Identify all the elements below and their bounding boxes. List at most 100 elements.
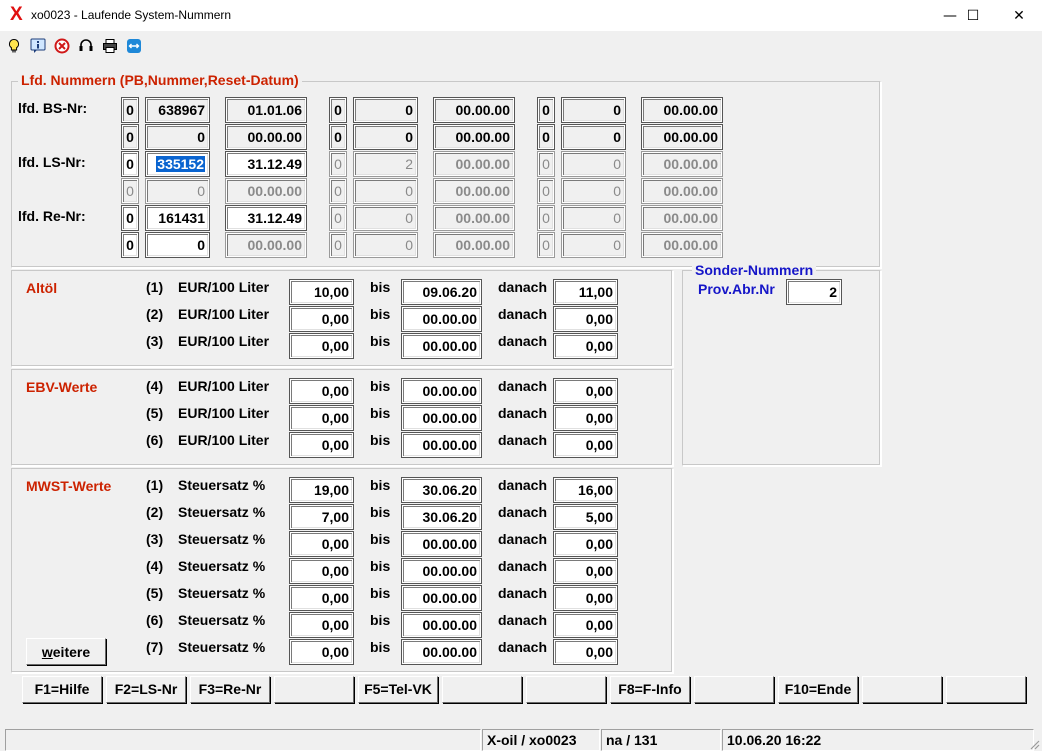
ebv-row-number: (5) <box>146 405 164 421</box>
fkey-button-1[interactable]: F1=Hilfe <box>22 676 102 703</box>
ebv-date-input[interactable]: 00.00.00 <box>401 432 482 458</box>
mwst-row-label: Steuersatz % <box>178 504 266 520</box>
lfd-field-value: 0 <box>613 156 621 172</box>
fkey-button-9[interactable] <box>694 676 774 703</box>
fkey-button-2[interactable]: F2=LS-Nr <box>106 676 186 703</box>
lfd-field-value: 0 <box>334 183 342 199</box>
mwst-row-number: (3) <box>146 531 164 547</box>
ebv-after-input[interactable]: 0,00 <box>553 378 618 404</box>
lfd-field-r3-c1[interactable]: 0 <box>121 151 139 177</box>
altoel-value-input[interactable]: 0,00 <box>289 306 354 332</box>
altoel-after-input[interactable]: 11,00 <box>553 279 618 305</box>
fkey-button-8[interactable]: F8=F-Info <box>610 676 690 703</box>
lfd-field-r2-c9: 00.00.00 <box>641 124 723 150</box>
ebv-date-input[interactable]: 00.00.00 <box>401 378 482 404</box>
headset-icon[interactable] <box>78 38 94 54</box>
lfd-field-r5-c2[interactable]: 161431 <box>145 205 210 231</box>
altoel-date-input[interactable]: 09.06.20 <box>401 279 482 305</box>
lfd-field-value: 0 <box>613 129 621 145</box>
lfd-field-r4-c4: 0 <box>329 178 347 204</box>
fkey-button-3[interactable]: F3=Re-Nr <box>190 676 270 703</box>
lfd-field-r5-c3[interactable]: 31.12.49 <box>225 205 307 231</box>
altoel-value-input[interactable]: 0,00 <box>289 333 354 359</box>
mwst-value-input[interactable]: 0,00 <box>289 558 354 584</box>
lfd-field-r6-c2[interactable]: 0 <box>145 232 210 258</box>
cancel-icon[interactable] <box>54 38 70 54</box>
mwst-date-input[interactable]: 30.06.20 <box>401 504 482 530</box>
lfd-field-value: 00.00.00 <box>663 183 719 199</box>
weitere-button-label: eitere <box>52 644 91 660</box>
altoel-value-input[interactable]: 10,00 <box>289 279 354 305</box>
altoel-after-input[interactable]: 0,00 <box>553 306 618 332</box>
close-button[interactable]: ✕ <box>996 0 1042 31</box>
ebv-after-input[interactable]: 0,00 <box>553 432 618 458</box>
weitere-button[interactable]: weitere <box>26 638 106 665</box>
lfd-field-value: 0 <box>542 210 550 226</box>
ebv-row-label: EUR/100 Liter <box>178 378 270 394</box>
ebv-value-input[interactable]: 0,00 <box>289 405 354 431</box>
mwst-value-input[interactable]: 7,00 <box>289 504 354 530</box>
lfd-field-r5-c1[interactable]: 0 <box>121 205 139 231</box>
lfd-field-value: 00.00.00 <box>455 102 511 118</box>
lfd-field-r6-c8: 0 <box>561 232 626 258</box>
mwst-danach-label: danach <box>498 585 548 601</box>
ebv-danach-label: danach <box>498 378 548 394</box>
lfd-field-r1-c7: 0 <box>537 97 555 123</box>
mwst-after-input[interactable]: 0,00 <box>553 639 618 665</box>
ebv-date-input[interactable]: 00.00.00 <box>401 405 482 431</box>
mwst-date-input[interactable]: 00.00.00 <box>401 531 482 557</box>
mwst-after-input[interactable]: 0,00 <box>553 531 618 557</box>
mwst-after-input[interactable]: 0,00 <box>553 612 618 638</box>
mwst-after-input[interactable]: 5,00 <box>553 504 618 530</box>
lfd-field-value: 00.00.00 <box>247 183 303 199</box>
mwst-date-input[interactable]: 00.00.00 <box>401 558 482 584</box>
lfd-field-r3-c3[interactable]: 31.12.49 <box>225 151 307 177</box>
lfd-field-r1-c4: 0 <box>329 97 347 123</box>
lfd-field-r3-c2[interactable]: 335152 <box>145 151 210 177</box>
fkey-button-4[interactable] <box>274 676 354 703</box>
lfd-field-r5-c9: 00.00.00 <box>641 205 723 231</box>
altoel-date-input[interactable]: 00.00.00 <box>401 333 482 359</box>
mwst-row-label: Steuersatz % <box>178 531 266 547</box>
altoel-date-input[interactable]: 00.00.00 <box>401 306 482 332</box>
info-icon[interactable] <box>30 38 46 54</box>
mwst-date-input[interactable]: 00.00.00 <box>401 612 482 638</box>
lfd-field-value: 0 <box>542 102 550 118</box>
lfd-field-r1-c5: 0 <box>353 97 418 123</box>
mwst-after-input[interactable]: 0,00 <box>553 558 618 584</box>
printer-icon[interactable] <box>102 38 118 54</box>
mwst-value-input[interactable]: 19,00 <box>289 477 354 503</box>
lfd-field-r3-c9: 00.00.00 <box>641 151 723 177</box>
prov-abr-nr-input[interactable]: 2 <box>786 279 842 305</box>
mwst-value-input[interactable]: 0,00 <box>289 639 354 665</box>
fkey-button-7[interactable] <box>526 676 606 703</box>
mwst-date-input[interactable]: 00.00.00 <box>401 639 482 665</box>
mwst-after-input[interactable]: 16,00 <box>553 477 618 503</box>
altoel-after-input[interactable]: 0,00 <box>553 333 618 359</box>
mwst-date-input[interactable]: 00.00.00 <box>401 585 482 611</box>
lightbulb-icon[interactable] <box>6 38 22 54</box>
mwst-value-input[interactable]: 0,00 <box>289 531 354 557</box>
mwst-date-input[interactable]: 30.06.20 <box>401 477 482 503</box>
lfd-field-r6-c1[interactable]: 0 <box>121 232 139 258</box>
ebv-row-label: EUR/100 Liter <box>178 432 270 448</box>
fkey-button-5[interactable]: F5=Tel-VK <box>358 676 438 703</box>
lfd-field-value: 0 <box>197 237 205 253</box>
lfd-field-r1-c1: 0 <box>121 97 139 123</box>
ebv-value-input[interactable]: 0,00 <box>289 432 354 458</box>
ebv-value-input[interactable]: 0,00 <box>289 378 354 404</box>
remote-icon[interactable] <box>126 38 142 54</box>
fkey-button-6[interactable] <box>442 676 522 703</box>
mwst-value-input[interactable]: 0,00 <box>289 585 354 611</box>
maximize-button[interactable]: ☐ <box>950 0 996 31</box>
mwst-after-input[interactable]: 0,00 <box>553 585 618 611</box>
fkey-button-11[interactable] <box>862 676 942 703</box>
ebv-after-input[interactable]: 0,00 <box>553 405 618 431</box>
status-system: X-oil / xo0023 <box>482 729 600 751</box>
fkey-button-12[interactable] <box>946 676 1026 703</box>
resize-grip-icon[interactable] <box>1028 738 1040 750</box>
lfd-field-r5-c7: 0 <box>537 205 555 231</box>
mwst-value-input[interactable]: 0,00 <box>289 612 354 638</box>
lfd-field-value: 0 <box>613 210 621 226</box>
fkey-button-10[interactable]: F10=Ende <box>778 676 858 703</box>
